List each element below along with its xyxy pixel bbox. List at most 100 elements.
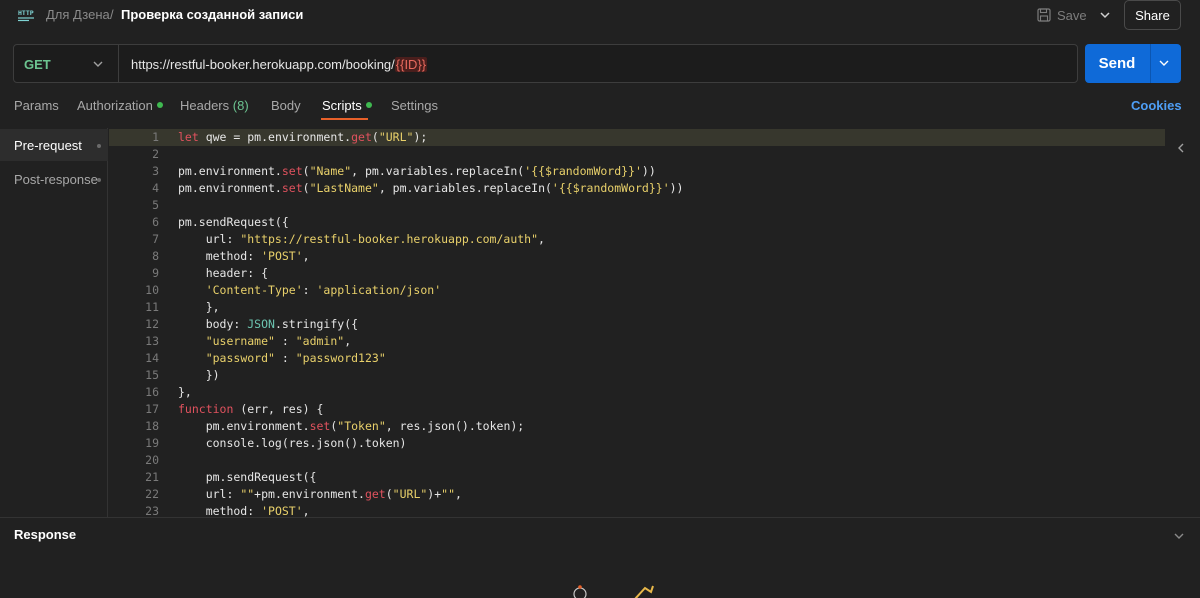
tab-authorization[interactable]: Authorization xyxy=(77,98,163,113)
headers-count: (8) xyxy=(232,98,249,113)
code-line[interactable]: 9 header: { xyxy=(109,265,1165,282)
active-tab-indicator xyxy=(321,118,368,120)
code-line[interactable]: 5 xyxy=(109,197,1165,214)
request-title[interactable]: Проверка созданной записи xyxy=(121,7,303,22)
line-number: 19 xyxy=(145,436,159,450)
status-dot xyxy=(97,144,101,148)
tab-settings[interactable]: Settings xyxy=(391,98,438,113)
send-button-group: Send xyxy=(1085,44,1181,83)
status-dot xyxy=(97,178,101,182)
code-line[interactable]: 4 pm.environment.set("LastName", pm.varia… xyxy=(109,180,1165,197)
code-line[interactable]: 8 method: 'POST', xyxy=(109,248,1165,265)
code-line[interactable]: 14 "password" : "password123" xyxy=(109,350,1165,367)
chevron-down-icon[interactable] xyxy=(1173,530,1185,542)
chevron-down-icon xyxy=(93,61,103,67)
line-number: 16 xyxy=(145,385,159,399)
code-line[interactable]: 1 let qwe = pm.environment.get("URL"); xyxy=(109,129,1165,146)
code-text: pm.environment.set("Name", pm.variables.… xyxy=(178,164,656,178)
code-line[interactable]: 19 console.log(res.json().token) xyxy=(109,435,1165,452)
code-editor[interactable]: 1 let qwe = pm.environment.get("URL"); 2 3 p… xyxy=(109,128,1165,517)
svg-text:HTTP: HTTP xyxy=(18,9,34,17)
code-line[interactable]: 16}, xyxy=(109,384,1165,401)
nav-item-pre-request[interactable]: Pre-request xyxy=(0,129,108,161)
send-divider xyxy=(1150,44,1151,83)
tab-headers[interactable]: Headers (8) xyxy=(180,98,249,113)
send-button[interactable]: Send xyxy=(1085,55,1149,72)
method-selector[interactable]: GET xyxy=(14,45,119,82)
line-number: 20 xyxy=(145,453,159,467)
code-text: pm.environment.set("Token", res.json().t… xyxy=(178,419,525,433)
save-button[interactable]: Save xyxy=(1037,2,1093,28)
code-text: }, xyxy=(178,300,220,314)
tab-scripts-label: Scripts xyxy=(322,98,362,113)
chevron-left-icon[interactable] xyxy=(1175,142,1187,154)
cookies-link[interactable]: Cookies xyxy=(1131,98,1182,113)
code-line[interactable]: 10 'Content-Type': 'application/json' xyxy=(109,282,1165,299)
code-line[interactable]: 18 pm.environment.set("Token", res.json(… xyxy=(109,418,1165,435)
code-line[interactable]: 21 pm.sendRequest({ xyxy=(109,469,1165,486)
line-number: 6 xyxy=(152,215,159,229)
breadcrumb-parent[interactable]: Для Дзена xyxy=(46,7,110,22)
tab-body[interactable]: Body xyxy=(271,98,301,113)
line-number: 2 xyxy=(152,147,159,161)
nav-item-label: Post-response xyxy=(14,172,98,187)
line-number: 23 xyxy=(145,504,159,517)
code-line[interactable]: 7 url: "https://restful-booker.herokuapp… xyxy=(109,231,1165,248)
code-line[interactable]: 3 pm.environment.set("Name", pm.variables… xyxy=(109,163,1165,180)
request-tabs: Params Authorization Headers (8) Body Sc… xyxy=(0,95,1200,121)
url-input[interactable]: https://restful-booker.herokuapp.com/boo… xyxy=(131,57,428,72)
tab-params[interactable]: Params xyxy=(14,98,59,113)
save-label: Save xyxy=(1057,7,1087,23)
code-line[interactable]: 11 }, xyxy=(109,299,1165,316)
nav-item-post-response[interactable]: Post-response xyxy=(0,163,108,195)
chevron-down-icon[interactable] xyxy=(1158,57,1170,69)
code-line[interactable]: 13 "username" : "admin", xyxy=(109,333,1165,350)
line-number: 1 xyxy=(152,130,159,144)
code-text: header: { xyxy=(178,266,269,280)
response-illustration-icon xyxy=(573,585,654,598)
line-number: 10 xyxy=(145,283,159,297)
breadcrumb-separator: / xyxy=(110,7,114,22)
response-title: Response xyxy=(14,527,77,542)
status-dot xyxy=(365,102,372,108)
url-variable[interactable]: {{ID}} xyxy=(394,57,428,72)
share-button[interactable]: Share xyxy=(1124,0,1181,30)
line-number: 18 xyxy=(145,419,159,433)
line-number: 15 xyxy=(145,368,159,382)
line-number: 5 xyxy=(152,198,159,212)
code-line[interactable]: 15 }) xyxy=(109,367,1165,384)
code-text: pm.sendRequest({ xyxy=(178,215,289,229)
line-number: 21 xyxy=(145,470,159,484)
line-number: 13 xyxy=(145,334,159,348)
line-number: 9 xyxy=(152,266,159,280)
code-text: "username" : "admin", xyxy=(205,334,352,348)
tab-scripts[interactable]: Scripts xyxy=(322,98,372,113)
code-line[interactable]: 12 body: JSON.stringify({ xyxy=(109,316,1165,333)
line-number: 11 xyxy=(145,300,159,314)
code-text: method: 'POST', xyxy=(178,504,310,517)
code-text: }) xyxy=(178,368,220,382)
chevron-down-icon[interactable] xyxy=(1098,8,1112,22)
http-icon: HTTP xyxy=(18,9,34,22)
code-line[interactable]: 23 method: 'POST', xyxy=(109,503,1165,517)
code-line[interactable]: 22 url: ""+pm.environment.get("URL")+"", xyxy=(109,486,1165,503)
code-line[interactable]: 6 pm.sendRequest({ xyxy=(109,214,1165,231)
code-line[interactable]: 17 function (err, res) { xyxy=(109,401,1165,418)
code-text: 'Content-Type': 'application/json' xyxy=(205,283,442,297)
code-text: function (err, res) { xyxy=(178,402,324,416)
code-line[interactable]: 2 xyxy=(109,146,1165,163)
code-text: let qwe = pm.environment.get("URL"); xyxy=(178,130,428,144)
code-text: method: 'POST', xyxy=(178,249,310,263)
nav-item-label: Pre-request xyxy=(14,138,82,153)
line-number: 12 xyxy=(145,317,159,331)
line-number: 4 xyxy=(152,181,159,195)
tab-authorization-label: Authorization xyxy=(77,98,153,113)
code-text: url: "https://restful-booker.herokuapp.c… xyxy=(178,232,545,246)
code-text: body: JSON.stringify({ xyxy=(178,317,359,331)
tab-headers-label: Headers xyxy=(180,98,230,113)
code-line[interactable]: 20 xyxy=(109,452,1165,469)
response-panel: Response xyxy=(0,517,1200,598)
code-text: }, xyxy=(178,385,192,399)
status-dot xyxy=(156,102,163,108)
share-label: Share xyxy=(1135,7,1170,23)
